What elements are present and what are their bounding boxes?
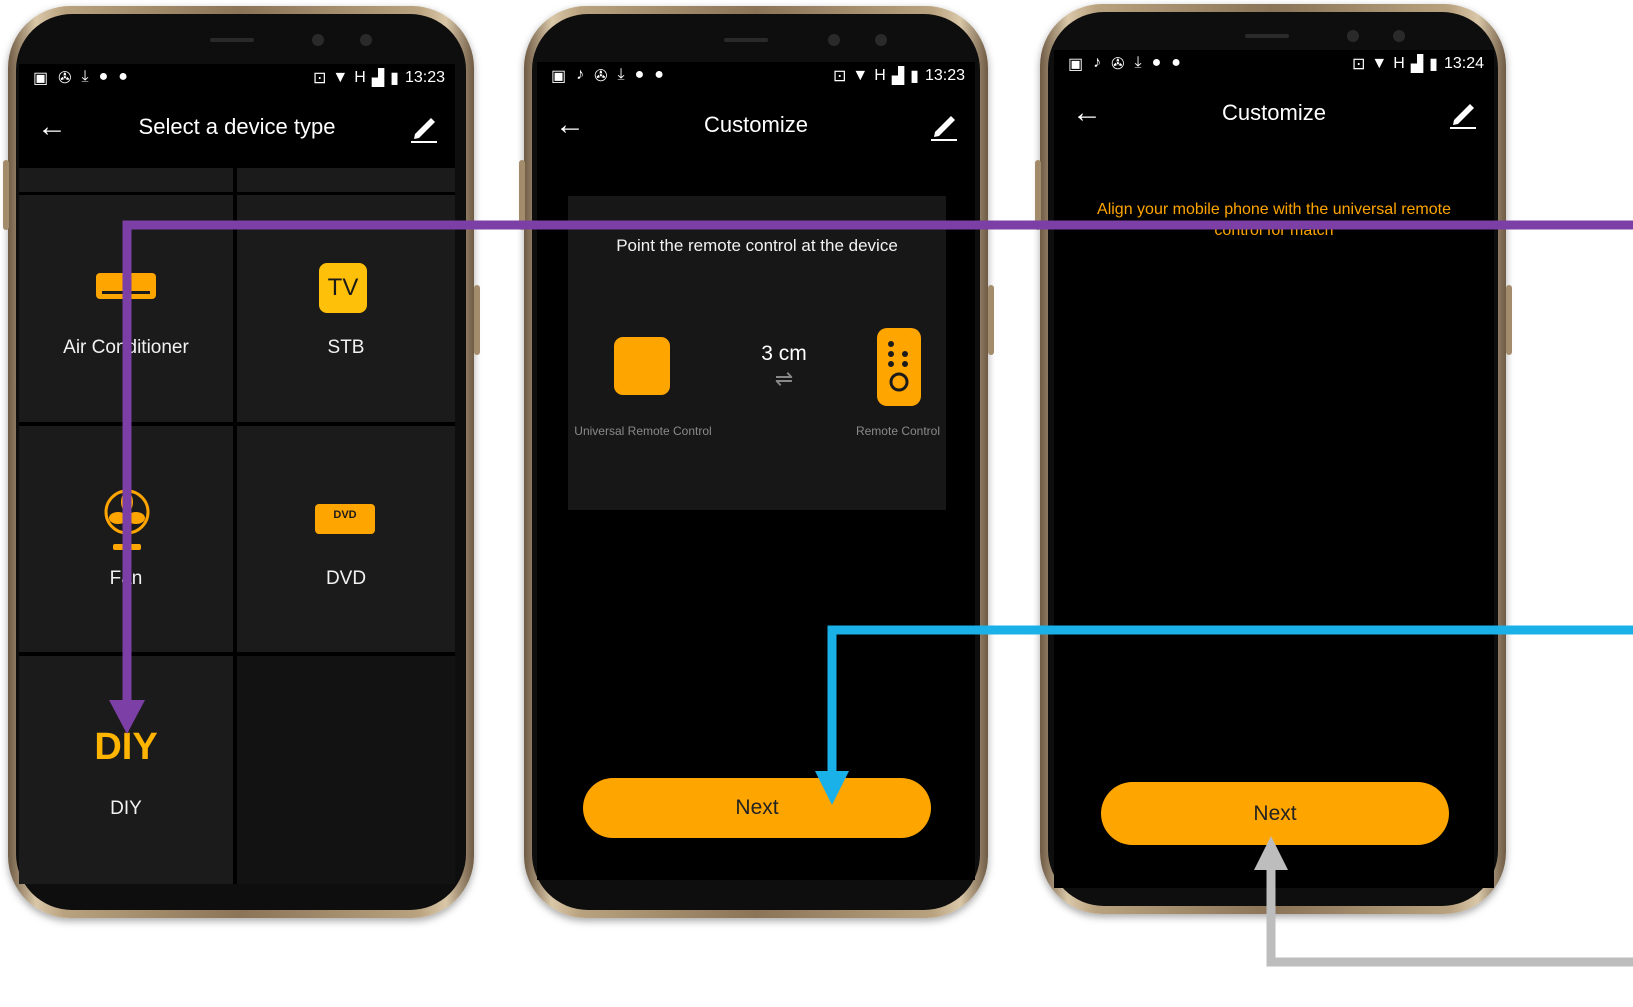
blue-flow-arrow — [827, 625, 1633, 776]
gray-arrowhead — [1254, 836, 1288, 870]
gray-flow-arrow — [1266, 866, 1633, 967]
blue-arrowhead — [815, 771, 849, 805]
annotation-arrows — [109, 220, 1633, 967]
purple-arrowhead — [109, 700, 145, 734]
